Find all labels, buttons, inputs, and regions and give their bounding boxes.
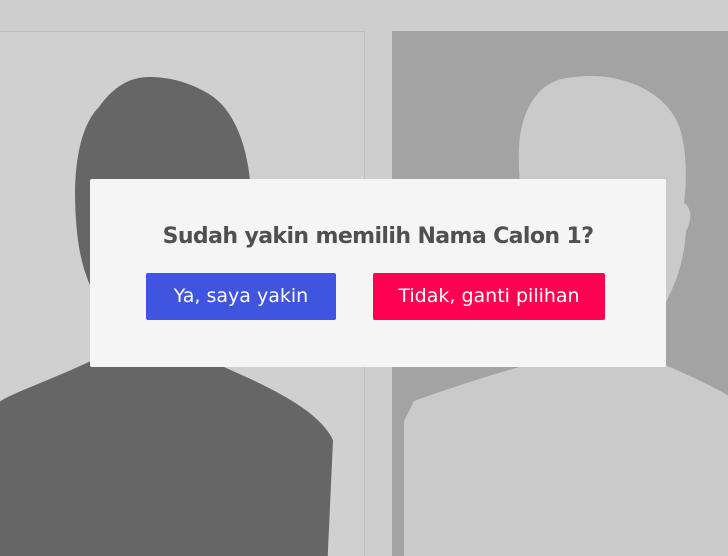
cancel-button[interactable]: Tidak, ganti pilihan <box>373 273 605 320</box>
dialog-title: Sudah yakin memilih Nama Calon 1? <box>162 224 594 249</box>
voting-page: Sudah yakin memilih Nama Calon 1? Ya, sa… <box>0 0 728 556</box>
confirmation-dialog: Sudah yakin memilih Nama Calon 1? Ya, sa… <box>90 179 666 367</box>
confirm-button[interactable]: Ya, saya yakin <box>146 273 336 320</box>
